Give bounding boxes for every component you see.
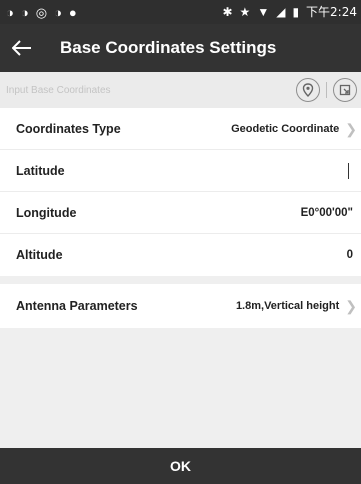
ok-button[interactable]: OK	[0, 448, 361, 484]
location-pin-icon	[302, 83, 314, 97]
import-icon	[339, 84, 351, 96]
notification-icon: ◑	[20, 4, 29, 20]
notification-icon: ◑	[6, 4, 14, 20]
chevron-right-icon: ❯	[345, 298, 357, 314]
arrow-left-icon	[12, 40, 31, 56]
coordinates-type-value: Geodetic Coordinate	[231, 122, 340, 135]
row-label: Longitude	[16, 205, 77, 220]
status-left-icons: ◑ ◑ ◎ ◑ ●	[6, 6, 77, 19]
row-label: Latitude	[16, 163, 65, 178]
signal-icon: ◢	[276, 5, 286, 19]
notification-icon: ◑	[54, 4, 62, 20]
bluetooth-icon: ✱	[222, 5, 233, 19]
icon-divider	[326, 82, 327, 98]
row-value-wrap: Geodetic Coordinate ❯	[231, 122, 357, 136]
section-label: Input Base Coordinates	[6, 84, 111, 96]
star-icon: ★	[239, 5, 251, 19]
battery-icon: ▮	[292, 5, 300, 19]
chevron-right-icon: ❯	[345, 120, 357, 137]
app-bar: Base Coordinates Settings	[0, 24, 361, 72]
wifi-icon: ▼	[257, 5, 270, 19]
antenna-parameters-row[interactable]: Antenna Parameters 1.8m,Vertical height …	[0, 284, 361, 328]
altitude-value[interactable]: 0	[347, 249, 353, 261]
row-label: Antenna Parameters	[16, 299, 138, 313]
page-title: Base Coordinates Settings	[60, 38, 277, 57]
header-icons	[296, 78, 357, 102]
antenna-list: Antenna Parameters 1.8m,Vertical height …	[0, 284, 361, 328]
import-button[interactable]	[333, 78, 357, 102]
row-label: Altitude	[16, 248, 63, 262]
antenna-value: 1.8m,Vertical height	[235, 300, 340, 312]
location-pin-button[interactable]	[296, 78, 320, 102]
status-time: 下午2:24	[306, 5, 357, 19]
latitude-input[interactable]	[338, 162, 357, 179]
coordinates-type-row[interactable]: Coordinates Type Geodetic Coordinate ❯	[0, 108, 361, 150]
longitude-value[interactable]: E0°00'00"	[301, 207, 353, 219]
status-right-icons: ✱ ★ ▼ ◢ ▮ 下午2:24	[222, 6, 357, 18]
section-header: Input Base Coordinates	[0, 72, 361, 108]
latitude-row[interactable]: Latitude	[0, 150, 361, 192]
back-button[interactable]	[0, 24, 44, 72]
row-label: Coordinates Type	[16, 121, 121, 136]
altitude-row[interactable]: Altitude 0	[0, 234, 361, 276]
status-bar: ◑ ◑ ◎ ◑ ● ✱ ★ ▼ ◢ ▮ 下午2:24	[0, 0, 361, 24]
coordinates-list: Coordinates Type Geodetic Coordinate ❯ L…	[0, 108, 361, 276]
text-cursor	[348, 162, 349, 179]
longitude-row[interactable]: Longitude E0°00'00"	[0, 192, 361, 234]
location-icon: ●	[68, 4, 77, 20]
row-value-wrap: 1.8m,Vertical height ❯	[236, 299, 357, 313]
notification-icon: ◎	[35, 4, 48, 20]
